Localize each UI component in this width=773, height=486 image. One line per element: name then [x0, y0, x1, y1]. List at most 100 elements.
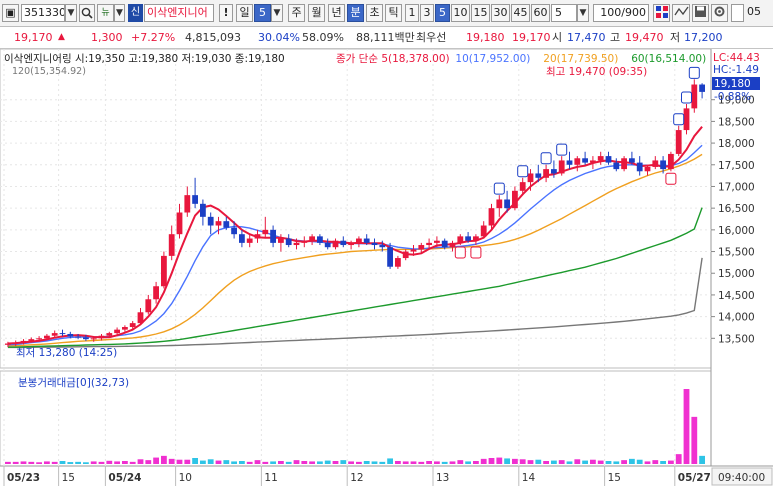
month-button[interactable]: 월 — [308, 4, 325, 22]
menu-icon[interactable]: ▣ — [2, 4, 19, 22]
chart-area[interactable]: 300,00200,00100,00 19,00018,50018,00017,… — [0, 48, 773, 486]
save-icon[interactable] — [692, 4, 709, 22]
quote-bar: 19,170 ▲ 1,300 +7.27% 4,815,093 30.04% 5… — [0, 27, 773, 91]
volume-bar — [519, 459, 526, 464]
candle-body — [473, 236, 479, 241]
volume-bar — [153, 457, 159, 464]
volume-bar — [262, 461, 269, 464]
volume-bar — [75, 461, 81, 464]
candle-body — [379, 245, 386, 248]
news-checkbox[interactable]: 뉴 — [97, 4, 114, 22]
interval-button-45[interactable]: 45 — [511, 4, 530, 22]
volume-bar — [449, 461, 456, 464]
volume-bar — [387, 458, 393, 464]
period-field[interactable]: 5 — [254, 4, 271, 22]
ma-legend-종가 단순 5: 종가 단순 5(18,378.00) — [336, 53, 450, 65]
volume-bar — [652, 460, 659, 464]
volume-bar — [410, 461, 417, 464]
candle-body — [519, 182, 526, 191]
volume-bar — [668, 460, 674, 464]
volume-bar — [122, 461, 128, 464]
candle-body — [590, 160, 596, 163]
toolbar: ▣ 351330 ▼ 뉴 ▼ 신 이삭엔지니어 ! 일 5 ▼ 주 월 년 분 … — [0, 0, 773, 27]
volume-ratio: 30.04% — [258, 31, 300, 44]
volume-bar — [590, 459, 596, 464]
sell-signal-icon — [688, 66, 700, 79]
day-button[interactable]: 일 — [236, 4, 253, 22]
volume-bar — [644, 461, 651, 464]
candle-body — [395, 258, 401, 267]
minute-button[interactable]: 분 — [347, 4, 364, 22]
chart-title: 이삭엔지니어링 시:19,350 고:19,380 저:19,030 종:19,… — [4, 53, 285, 65]
volume-bar — [293, 460, 300, 464]
volume-bar — [356, 461, 362, 464]
candle-body — [691, 84, 698, 109]
candle-body — [605, 156, 612, 163]
chevron-down-icon[interactable]: ▼ — [577, 4, 589, 22]
interval-button-15[interactable]: 15 — [471, 4, 490, 22]
volume-bar — [332, 461, 339, 464]
volume-bar — [246, 461, 253, 464]
interval-button-60[interactable]: 60 — [531, 4, 550, 22]
volume-bar — [566, 461, 573, 464]
grid-icon[interactable] — [653, 4, 670, 22]
volume-bar — [348, 461, 354, 464]
candle-body — [20, 340, 27, 343]
volume-bar — [44, 461, 50, 464]
candle-body — [668, 153, 674, 170]
candle-body — [683, 108, 690, 131]
year-button[interactable]: 년 — [328, 4, 345, 22]
ma-legend-60: 60(16,514.00) — [631, 53, 706, 65]
interval-button-3[interactable]: 3 — [420, 4, 434, 22]
x-tick-label: 14 — [522, 472, 536, 484]
crosshair-icon[interactable] — [672, 4, 690, 22]
week-button[interactable]: 주 — [288, 4, 305, 22]
candle-body — [106, 333, 113, 336]
stock-name-field[interactable]: 이삭엔지니어 — [144, 4, 214, 22]
candle-body — [660, 160, 666, 170]
volume-bar — [239, 461, 245, 464]
volume-bar — [176, 459, 183, 464]
count-field[interactable]: 5 — [551, 4, 577, 22]
y-tick-label: 18,000 — [718, 138, 755, 150]
search-icon[interactable] — [79, 4, 95, 22]
volume-bar — [660, 461, 666, 464]
candle-body — [5, 343, 11, 345]
volume-bar — [161, 455, 167, 464]
volume-bar — [512, 458, 518, 464]
interval-button-1[interactable]: 1 — [405, 4, 419, 22]
chevron-down-icon[interactable]: ▼ — [114, 4, 125, 22]
volume-bar — [270, 461, 276, 464]
volume-bar — [597, 460, 604, 464]
low-price: 17,200 — [684, 31, 723, 44]
settings-icon[interactable] — [711, 4, 728, 22]
candle-body — [457, 236, 464, 243]
chevron-down-icon[interactable]: ▼ — [65, 4, 77, 22]
volume-bar — [192, 458, 198, 464]
volume-bar — [480, 458, 487, 464]
candle-body — [168, 234, 175, 256]
high-marker: 최고 19,470 (09:35) — [546, 66, 647, 78]
second-button[interactable]: 초 — [366, 4, 383, 22]
volume-bar — [114, 461, 120, 464]
open-price: 17,470 — [567, 31, 606, 44]
x-tick-label: 10 — [179, 472, 192, 484]
volume-bar — [629, 458, 635, 464]
volume-bar — [551, 460, 557, 464]
price-chart[interactable]: 300,00200,00100,00 19,00018,50018,00017,… — [0, 48, 773, 486]
range-field[interactable]: 100/900 — [593, 4, 649, 22]
interval-button-5[interactable]: 5 — [435, 4, 450, 22]
volume-bar — [129, 461, 136, 464]
volume-bar — [418, 461, 425, 464]
chevron-down-icon[interactable]: ▼ — [271, 4, 283, 22]
option-checkbox[interactable] — [731, 4, 744, 22]
interval-button-10[interactable]: 10 — [451, 4, 470, 22]
stock-code-input[interactable]: 351330 — [21, 4, 65, 22]
candle-body — [207, 216, 214, 226]
volume-bar — [473, 461, 479, 464]
alert-button[interactable]: ! — [219, 4, 233, 22]
ma-legend-20: 20(17,739.50) — [543, 53, 618, 65]
interval-button-30[interactable]: 30 — [491, 4, 510, 22]
candle-body — [278, 238, 284, 243]
tick-button[interactable]: 틱 — [385, 4, 402, 22]
